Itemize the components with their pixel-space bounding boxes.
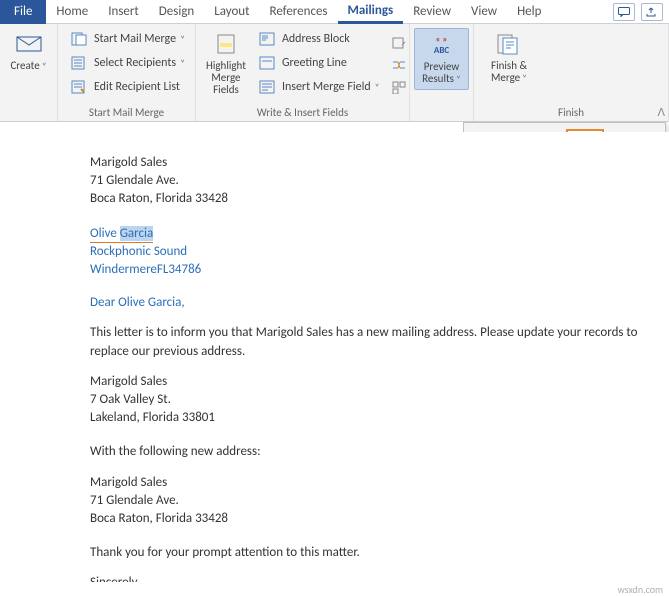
chunk-finish-label: Finish [482,104,660,121]
chunk-start: Start Mail Merge Select Recipients Edit … [58,24,196,121]
file-tab[interactable]: File [0,0,46,24]
greeting-icon [258,55,276,71]
recipients-icon [70,55,88,71]
mail-merge-icon [70,31,88,47]
highlight-icon [212,32,240,56]
finish-label: Finish & Merge [484,60,534,84]
edit-list-icon [70,79,88,95]
tabs-right [613,3,669,21]
sincerely-line: Sincerely, [90,574,649,582]
update-labels-button[interactable] [390,78,408,96]
recipient-city: WindermereFL34786 [90,261,649,279]
address-block-icon [258,31,276,47]
envelope-icon [15,32,43,56]
select-recipients-button[interactable]: Select Recipients [66,52,189,74]
tab-help[interactable]: Help [507,0,551,24]
create-envelopes-button[interactable]: Create [8,28,49,76]
watermark: wsxdn.com [618,583,663,596]
document-body: Marigold Sales 71 Glendale Ave. Boca Rat… [0,132,669,582]
edit-recipient-list-button[interactable]: Edit Recipient List [66,76,189,98]
body-paragraph: This letter is to inform you that Marigo… [90,324,649,360]
greeting-line-text: Dear Olive Garcia, [90,294,649,312]
comments-button[interactable] [613,3,635,21]
rules-column [390,28,408,96]
preview-results-button[interactable]: « » ABC Preview Results [414,28,469,90]
chunk-preview: « » ABC Preview Results [410,24,474,121]
sender-city: Boca Raton, Florida 33428 [90,190,649,208]
tab-design[interactable]: Design [149,0,204,24]
chunk-write-label: Write & Insert Fields [204,104,401,121]
tab-strip: File Home Insert Design Layout Reference… [0,0,669,24]
tab-review[interactable]: Review [403,0,461,24]
recipient-company: Rockphonic Sound [90,243,649,261]
match-fields-button[interactable] [390,56,408,74]
tab-layout[interactable]: Layout [204,0,259,24]
tab-home[interactable]: Home [46,0,98,24]
highlight-merge-fields-button[interactable]: Highlight Merge Fields [204,28,248,100]
insert-field-icon [258,79,276,95]
thanks-line: Thank you for your prompt attention to t… [90,544,649,562]
old-address: Marigold Sales 7 Oak Valley St. Lakeland… [90,373,649,428]
greeting-line-button[interactable]: Greeting Line [254,52,384,74]
start-mail-merge-button[interactable]: Start Mail Merge [66,28,189,50]
create-label: Create [10,60,46,72]
sender-name: Marigold Sales [90,154,649,172]
rules-button[interactable] [390,34,408,52]
collapse-ribbon-button[interactable]: ᐱ [657,106,665,119]
chunk-start-label: Start Mail Merge [66,104,187,121]
tab-mailings[interactable]: Mailings [338,0,404,24]
chunk-create: Create [0,24,58,121]
sender-address: Marigold Sales 71 Glendale Ave. Boca Rat… [90,154,649,209]
finish-icon [495,32,523,56]
with-line: With the following new address: [90,443,649,461]
chunk-finish: Finish & Merge Finish [474,24,669,121]
recipient-merge-block: Olive Garcia Rockphonic Sound Windermere… [90,225,649,279]
chunk-create-label [8,117,49,121]
tab-view[interactable]: View [461,0,507,24]
tab-insert[interactable]: Insert [98,0,149,24]
address-block-button[interactable]: Address Block [254,28,384,50]
insert-merge-field-button[interactable]: Insert Merge Field [254,76,384,98]
finish-merge-button[interactable]: Finish & Merge [482,28,536,88]
ribbon: Create Start Mail Merge Select Recipient… [0,24,669,122]
tab-references[interactable]: References [260,0,338,24]
share-button[interactable] [641,3,663,21]
new-address: Marigold Sales 71 Glendale Ave. Boca Rat… [90,474,649,529]
preview-label: Preview Results [417,61,466,85]
sender-street: 71 Glendale Ave. [90,172,649,190]
preview-icon: « » ABC [428,33,456,57]
recipient-name[interactable]: Olive Garcia [90,225,153,244]
chunk-write: Highlight Merge Fields Address Block Gre… [196,24,410,121]
highlight-label: Highlight Merge Fields [206,60,246,96]
